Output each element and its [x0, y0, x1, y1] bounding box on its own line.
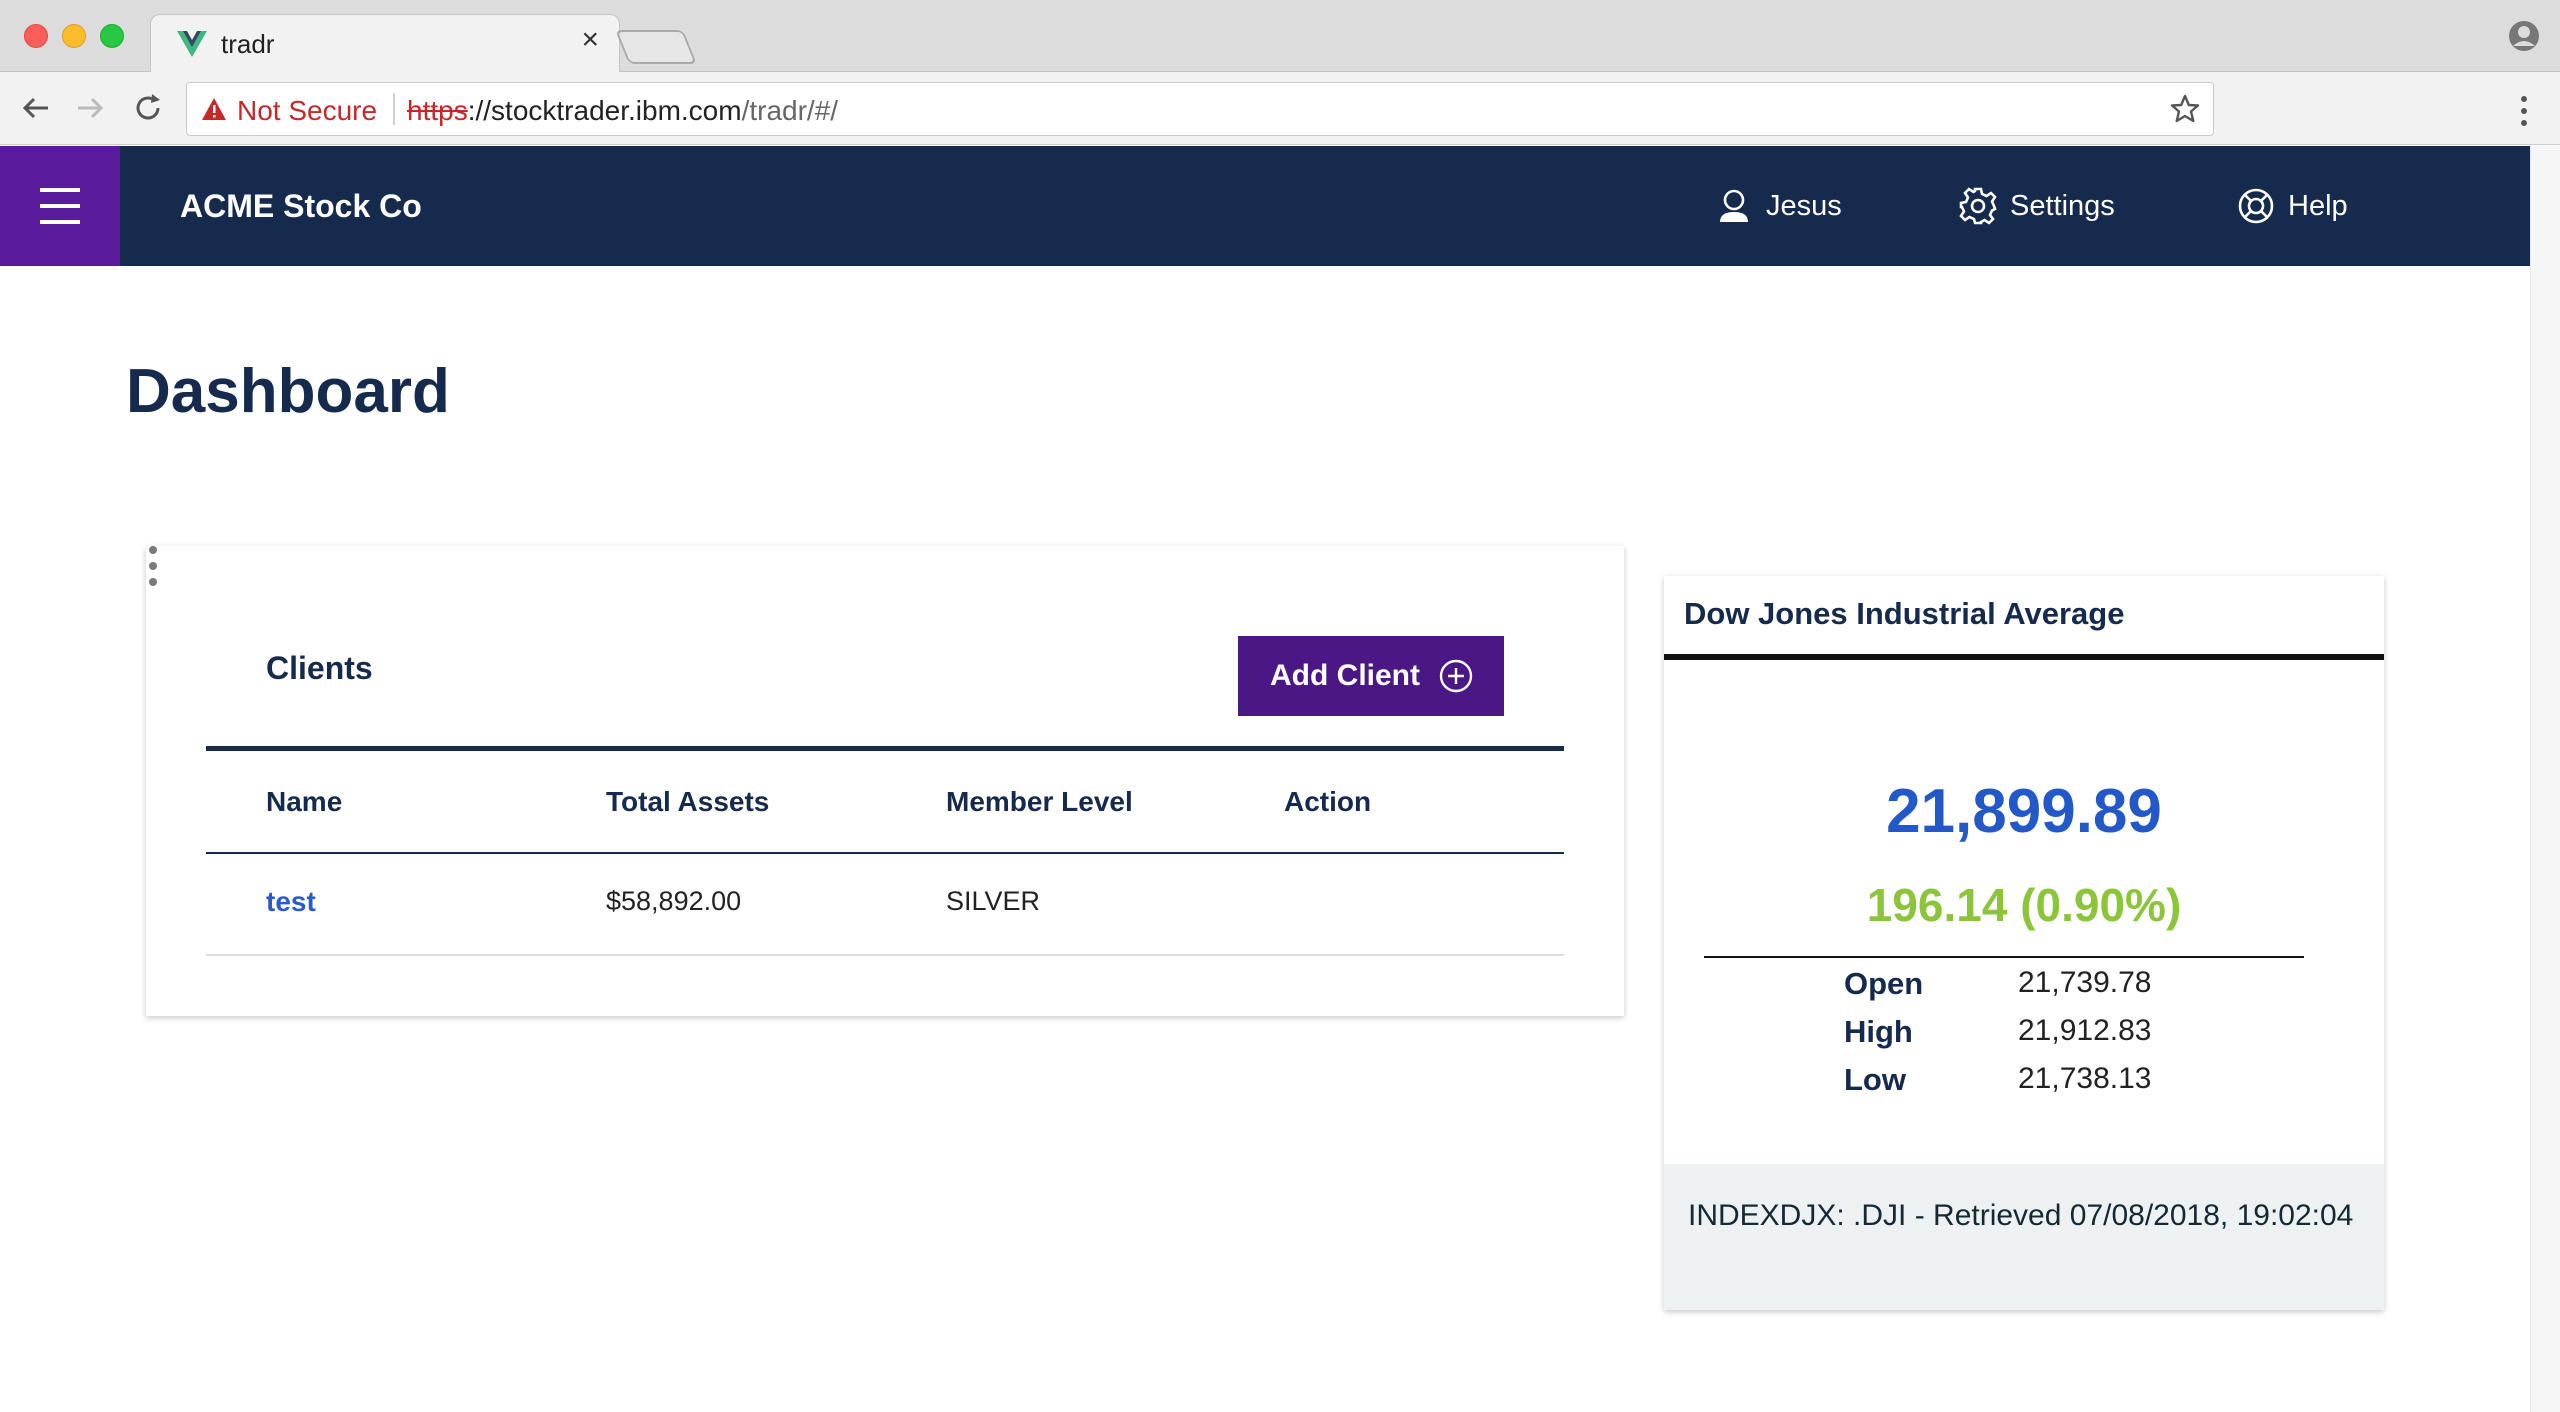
stat-value-high: 21,912.83	[2018, 1014, 2152, 1047]
address-separator	[393, 93, 395, 125]
maximize-window-button[interactable]	[100, 24, 124, 48]
bookmark-star-icon[interactable]	[2169, 93, 2201, 125]
tab-close-icon[interactable]: ×	[581, 25, 599, 55]
add-client-button[interactable]: Add Client	[1238, 636, 1504, 716]
app-header: ACME Stock Co Jesus Settings Help	[0, 146, 2530, 266]
overflow-dot	[149, 562, 157, 570]
new-tab-button[interactable]	[615, 30, 697, 64]
url-host: stocktrader.ibm.com	[491, 95, 742, 126]
address-bar[interactable]: Not Secure https://stocktrader.ibm.com/t…	[186, 82, 2214, 136]
dji-change: 196.14 (0.90%)	[1866, 879, 2182, 931]
stat-label-low: Low	[1844, 1062, 1906, 1097]
settings-label: Settings	[2010, 189, 2115, 222]
hamburger-menu-button[interactable]	[0, 146, 120, 266]
browser-tab-active[interactable]: tradr ×	[150, 14, 620, 72]
gear-icon	[1959, 187, 1997, 225]
table-row-border	[206, 954, 1564, 956]
row-overflow-menu-icon[interactable]	[146, 546, 160, 594]
column-header-action: Action	[1284, 786, 1372, 817]
vue-logo-icon	[177, 31, 207, 57]
stat-value-low: 21,738.13	[2018, 1062, 2152, 1095]
column-header-member-level[interactable]: Member Level	[946, 786, 1133, 818]
stat-value-open: 21,739.78	[2018, 966, 2152, 999]
dji-divider	[1704, 956, 2304, 958]
warning-triangle-icon	[202, 98, 226, 120]
add-circle-icon	[1439, 659, 1473, 693]
settings-menu[interactable]: Settings	[1958, 182, 2115, 230]
add-client-label: Add Client	[1270, 659, 1420, 692]
stat-label-high: High	[1844, 1014, 1913, 1049]
table-header-border	[206, 852, 1564, 854]
browser-menu-icon[interactable]	[2512, 94, 2536, 128]
close-window-button[interactable]	[24, 24, 48, 48]
overflow-dot	[149, 546, 157, 554]
hamburger-line	[40, 188, 80, 192]
dji-current-value: 21,899.89	[1886, 777, 2162, 846]
user-icon	[1720, 189, 1748, 222]
reload-icon[interactable]	[130, 90, 166, 126]
page-title: Dashboard	[126, 357, 450, 426]
forward-arrow-icon[interactable]	[72, 90, 108, 126]
dji-title: Dow Jones Industrial Average	[1684, 596, 2125, 631]
url-text[interactable]: https://stocktrader.ibm.com/tradr/#/	[407, 95, 838, 127]
user-menu[interactable]: Jesus	[1714, 182, 1842, 230]
stat-label-open: Open	[1844, 966, 1924, 1001]
clients-title: Clients	[266, 650, 373, 686]
page-scrollbar[interactable]	[2530, 146, 2560, 1412]
browser-toolbar: Not Secure https://stocktrader.ibm.com/t…	[0, 72, 2560, 145]
column-header-name[interactable]: Name	[266, 786, 342, 818]
browser-tab-bar: tradr ×	[0, 0, 2560, 72]
clients-card: Clients Add Client Name Total Assets Mem…	[146, 546, 1624, 1016]
client-member-level: SILVER	[946, 886, 1041, 916]
client-name-link[interactable]: test	[266, 886, 316, 918]
dji-title-rule	[1664, 654, 2384, 660]
brand-name[interactable]: ACME Stock Co	[180, 188, 422, 225]
column-header-total-assets[interactable]: Total Assets	[606, 786, 769, 818]
url-scheme: https	[407, 95, 468, 126]
help-menu[interactable]: Help	[2236, 182, 2348, 230]
dji-footer: INDEXDJX: .DJI - Retrieved 07/08/2018, 1…	[1664, 1164, 2384, 1310]
user-name: Jesus	[1766, 189, 1842, 222]
dji-card: Dow Jones Industrial Average 21,899.89 1…	[1664, 576, 2384, 1310]
profile-icon[interactable]	[2508, 20, 2540, 52]
table-top-border	[206, 746, 1564, 751]
lifebuoy-icon	[2238, 188, 2274, 224]
hamburger-line	[40, 204, 80, 208]
minimize-window-button[interactable]	[62, 24, 86, 48]
url-path: /tradr/#/	[741, 95, 839, 126]
back-arrow-icon[interactable]	[18, 90, 54, 126]
not-secure-label[interactable]: Not Secure	[237, 95, 377, 127]
tab-title: tradr	[221, 29, 275, 59]
overflow-dot	[149, 578, 157, 586]
help-label: Help	[2288, 189, 2348, 222]
url-separator: ://	[467, 95, 492, 126]
client-total-assets: $58,892.00	[606, 886, 742, 916]
hamburger-line	[40, 220, 80, 224]
